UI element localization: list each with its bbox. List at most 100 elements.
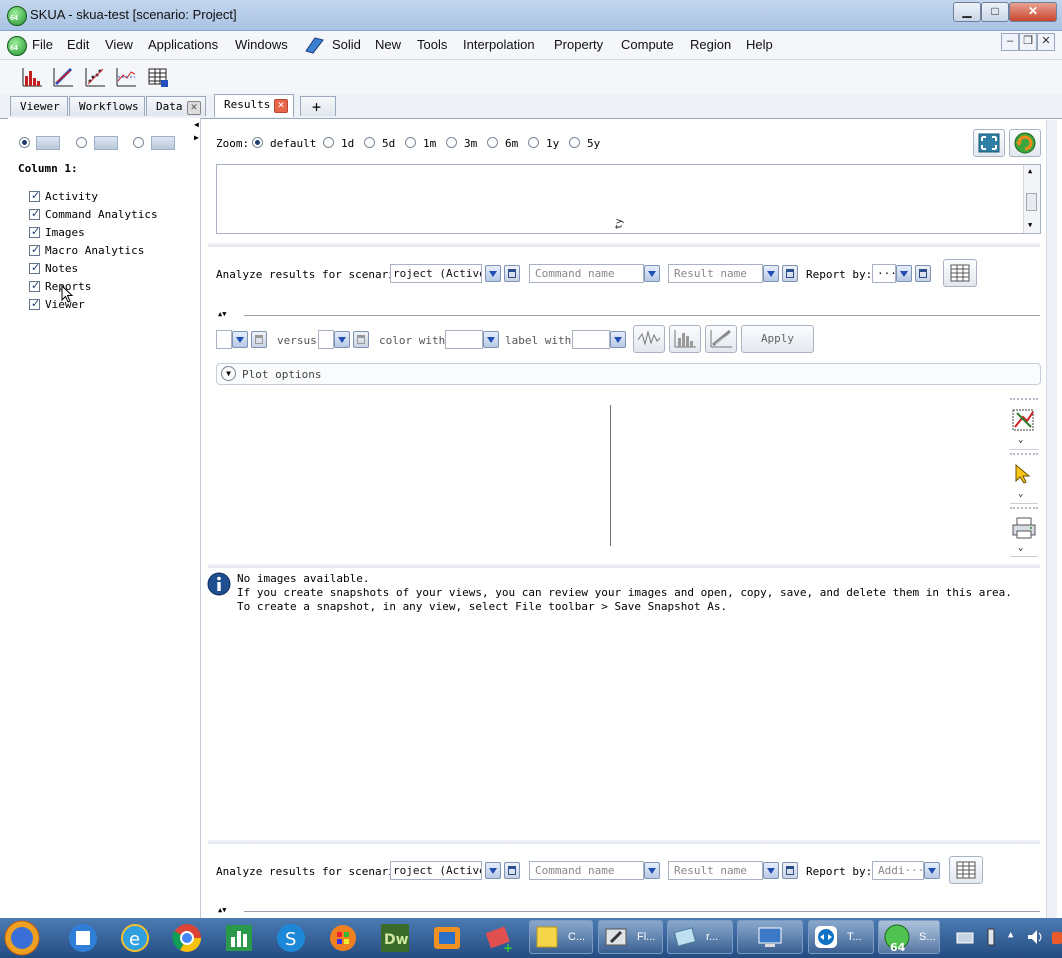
scenario-dropdown-icon[interactable] [485, 265, 501, 282]
report-by-dropdown-icon[interactable] [896, 265, 912, 282]
crossplot-button[interactable] [705, 325, 737, 353]
notes-checkbox[interactable] [29, 261, 40, 274]
reports-checkbox[interactable] [29, 279, 40, 292]
menu-applications[interactable]: Applications [148, 37, 218, 52]
mdi-restore-button[interactable]: ❐ [1019, 33, 1037, 51]
zoom-radio-5y[interactable] [569, 137, 580, 148]
minimize-button[interactable]: ▁ [953, 2, 981, 22]
ime-tray-icon[interactable] [1050, 928, 1062, 946]
macro-scenario-select[interactable]: roject (Active) [390, 861, 482, 880]
report-by-edit-button[interactable] [915, 265, 931, 282]
apply-button[interactable]: Apply [741, 325, 814, 353]
macro-scenario-edit-button[interactable] [504, 862, 520, 879]
viewer-checkbox[interactable] [29, 297, 40, 310]
result-name-input[interactable]: Result name [668, 264, 763, 283]
usb-device-icon[interactable] [986, 927, 996, 947]
start-orb-icon[interactable] [3, 919, 41, 957]
pointer-tool-icon[interactable] [1013, 463, 1035, 485]
eraser-app-icon[interactable]: + [482, 921, 516, 955]
bar-chart-icon[interactable] [21, 66, 43, 88]
images-checkbox[interactable] [29, 225, 40, 238]
menu-solid[interactable]: Solid [332, 37, 361, 52]
macro-report-by-select[interactable]: Addi··· [872, 861, 924, 880]
result-dropdown-icon[interactable] [763, 265, 779, 282]
maximize-button[interactable]: □ [981, 2, 1009, 22]
label-with-dropdown-icon[interactable] [610, 331, 626, 348]
result-edit-button[interactable] [782, 265, 798, 282]
x-variable-edit-button[interactable] [251, 331, 267, 348]
windows-media-icon[interactable] [326, 921, 360, 955]
scroll-up-icon[interactable]: ▲ [1028, 167, 1032, 175]
x-variable-select[interactable] [216, 330, 232, 349]
menu-file[interactable]: File [32, 37, 53, 52]
scenario-select[interactable]: roject (Active) [390, 264, 482, 283]
macro-collapse-icon[interactable]: ▲▼ [218, 906, 226, 914]
command-dropdown-icon[interactable] [644, 265, 660, 282]
zoom-radio-1y[interactable] [528, 137, 539, 148]
command-analytics-checkbox[interactable] [29, 207, 40, 220]
crossplot-icon[interactable] [52, 66, 74, 88]
volume-icon[interactable] [1026, 928, 1046, 946]
macro-command-dropdown-icon[interactable] [644, 862, 660, 879]
macro-result-edit-button[interactable] [782, 862, 798, 879]
y-variable-edit-button[interactable] [353, 331, 369, 348]
mdi-close-button[interactable]: ✕ [1037, 33, 1055, 51]
table-grid-icon[interactable] [147, 66, 169, 88]
keyboard-tray-icon[interactable] [956, 930, 974, 946]
pinned-app-icon[interactable] [66, 921, 100, 955]
close-button[interactable]: ✕ [1009, 2, 1057, 22]
tab-data[interactable]: Data ✕ [146, 96, 206, 116]
splitter-expand-icon[interactable]: ▶ [194, 133, 199, 142]
zoom-radio-default[interactable] [252, 137, 263, 148]
y-variable-dropdown-icon[interactable] [334, 331, 350, 348]
menu-help[interactable]: Help [746, 37, 773, 52]
title-bar[interactable]: SKUA - skua-test [scenario: Project] ▁ □… [0, 0, 1062, 31]
expand-chevron-icon[interactable]: ▼ [221, 366, 236, 381]
chevron-down-icon[interactable]: ⌄ [1018, 543, 1023, 553]
scroll-down-icon[interactable]: ▼ [1028, 221, 1032, 229]
layout-radio-2col[interactable] [76, 137, 87, 148]
menu-compute[interactable]: Compute [621, 37, 674, 52]
plot-options-bar[interactable]: ▼ Plot options [216, 363, 1041, 385]
menu-windows[interactable]: Windows [235, 37, 288, 52]
task-notepad[interactable]: r... [667, 920, 733, 954]
menu-new[interactable]: New [375, 37, 401, 52]
chart-app-icon[interactable] [222, 921, 256, 955]
zoom-radio-5d[interactable] [364, 137, 375, 148]
macro-result-dropdown-icon[interactable] [763, 862, 779, 879]
color-with-dropdown-icon[interactable] [483, 331, 499, 348]
y-variable-select[interactable] [318, 330, 334, 349]
mdi-minimize-button[interactable]: – [1001, 33, 1019, 51]
chevron-down-icon[interactable]: ⌄ [1018, 489, 1023, 499]
refresh-button[interactable] [1009, 129, 1041, 157]
report-by-select[interactable]: ··· [872, 264, 896, 283]
collapse-section-icon[interactable]: ▲▼ [218, 310, 226, 318]
zoom-radio-6m[interactable] [487, 137, 498, 148]
plot-settings-icon[interactable] [1011, 407, 1037, 433]
internet-explorer-icon[interactable]: e [118, 921, 152, 955]
layout-radio-3col[interactable] [133, 137, 144, 148]
tab-data-close-icon[interactable]: ✕ [187, 101, 201, 115]
zoom-radio-3m[interactable] [446, 137, 457, 148]
macro-analytics-checkbox[interactable] [29, 243, 40, 256]
print-icon[interactable] [1011, 516, 1037, 540]
menu-property[interactable]: Property [554, 37, 603, 52]
menu-tools[interactable]: Tools [417, 37, 447, 52]
label-with-select[interactable] [572, 330, 610, 349]
scatter-icon[interactable] [84, 66, 106, 88]
task-skua[interactable]: 64 S... [878, 920, 940, 954]
chevron-down-icon[interactable]: ⌄ [1018, 435, 1023, 445]
zoom-radio-1m[interactable] [405, 137, 416, 148]
virtual-machine-icon[interactable] [430, 921, 464, 955]
menu-view[interactable]: View [105, 37, 133, 52]
tab-add-button[interactable]: + [300, 96, 336, 116]
activity-checkbox[interactable] [29, 189, 40, 202]
dreamweaver-icon[interactable]: Dw [378, 921, 412, 955]
splitter-collapse-icon[interactable]: ◀ [194, 120, 199, 129]
command-name-input[interactable]: Command name [529, 264, 644, 283]
macro-result-name-input[interactable]: Result name [668, 861, 763, 880]
line-plot-icon[interactable] [115, 66, 137, 88]
menu-app-icon[interactable] [7, 36, 27, 56]
color-with-select[interactable] [445, 330, 483, 349]
layout-radio-1col[interactable] [19, 137, 30, 148]
